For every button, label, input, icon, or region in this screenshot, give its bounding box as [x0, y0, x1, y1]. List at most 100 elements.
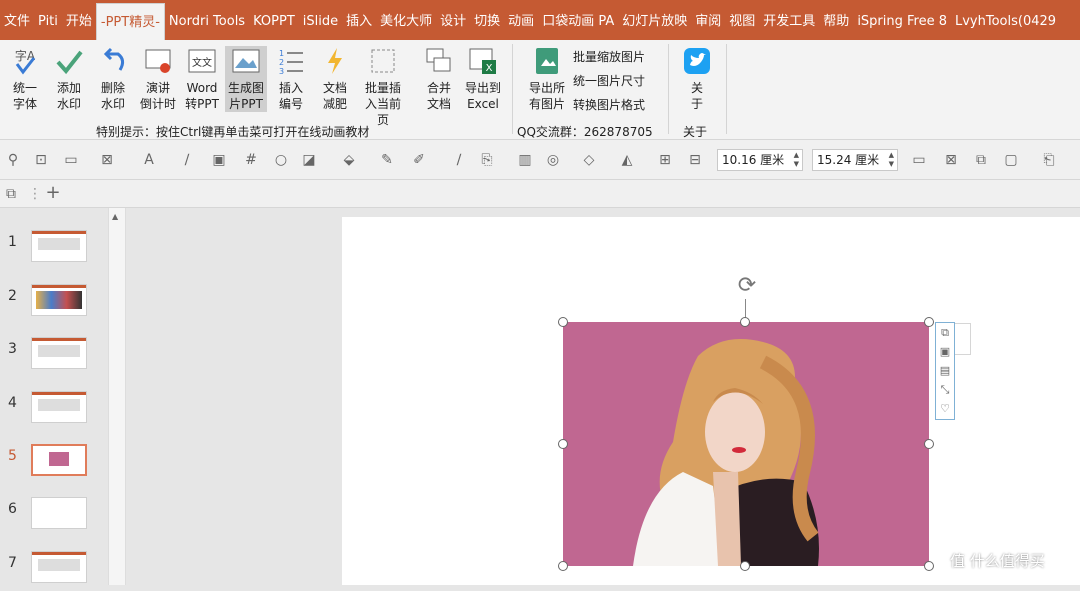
- resize-handle-tr[interactable]: [924, 317, 934, 327]
- width-field[interactable]: 10.16 厘米 ▲ ▼: [717, 149, 803, 171]
- resize-handle-t[interactable]: [740, 317, 750, 327]
- slide-thumbnail[interactable]: [31, 391, 87, 423]
- tab-2[interactable]: 开始: [62, 0, 96, 40]
- ribbon-button-export-images[interactable]: 导出所 有图片: [526, 46, 568, 112]
- slide-thumbnail[interactable]: [31, 444, 87, 476]
- tab-3[interactable]: -PPT精灵-: [95, 3, 165, 40]
- format-painter-icon[interactable]: ⎘: [478, 151, 496, 169]
- ribbon-button-insert-number[interactable]: 1 2 3 插入 编号: [270, 46, 312, 112]
- tab-7[interactable]: 插入: [342, 0, 376, 40]
- tab-17[interactable]: 帮助: [819, 0, 853, 40]
- image-replace-icon[interactable]: ▤: [936, 361, 954, 380]
- eyedropper-2-icon[interactable]: ∕: [450, 151, 468, 169]
- eyedropper-icon[interactable]: ∕: [178, 151, 196, 169]
- resize-handle-l[interactable]: [558, 439, 568, 449]
- line-color-icon[interactable]: ✐: [410, 151, 428, 169]
- resize-handle-tl[interactable]: [558, 317, 568, 327]
- scroll-up-icon[interactable]: ▲: [112, 212, 118, 221]
- ribbon-button-slim-doc[interactable]: 文档 减肥: [314, 46, 356, 112]
- fill-icon[interactable]: ◪: [300, 151, 318, 169]
- shapes-icon[interactable]: ◇: [580, 151, 598, 169]
- tab-6[interactable]: iSlide: [299, 0, 342, 40]
- ribbon-button-add-watermark[interactable]: 添加 水印: [48, 46, 90, 112]
- resize-handle-b[interactable]: [740, 561, 750, 571]
- slide-thumbnail-row[interactable]: 4: [0, 391, 108, 431]
- tab-19[interactable]: LvyhTools(0429: [951, 0, 1060, 40]
- textbox-icon[interactable]: ▭: [62, 151, 80, 169]
- rotate-handle-icon[interactable]: ⟳: [733, 272, 761, 300]
- layout-options-icon[interactable]: ⧉: [936, 323, 954, 342]
- crop-icon[interactable]: #: [242, 151, 260, 169]
- tab-1[interactable]: Piti: [34, 0, 62, 40]
- pen-icon[interactable]: ✎: [378, 151, 396, 169]
- ribbon-button-batch-insert[interactable]: 批量插 入当前页: [362, 46, 404, 128]
- slide-thumbnail-row[interactable]: 6: [0, 497, 108, 537]
- slides-icon[interactable]: ⧉: [2, 185, 20, 203]
- slide-thumbnail[interactable]: [31, 230, 87, 262]
- group-icon[interactable]: ⊡: [32, 151, 50, 169]
- tab-11[interactable]: 动画: [504, 0, 538, 40]
- paste-icon[interactable]: ⎗: [1040, 151, 1058, 169]
- resize-handle-br[interactable]: [924, 561, 934, 571]
- image-style-icon[interactable]: ▣: [936, 342, 954, 361]
- chart-icon[interactable]: ▥: [516, 151, 534, 169]
- height-field[interactable]: 15.24 厘米 ▲ ▼: [812, 149, 898, 171]
- resize-handle-bl[interactable]: [558, 561, 568, 571]
- ribbon-button-twitter-bird[interactable]: 关于: [676, 46, 718, 112]
- crop-tool-icon[interactable]: ⤡: [936, 380, 954, 399]
- slide-thumbnail-row[interactable]: 1: [0, 230, 108, 270]
- ribbon-button-merge-doc[interactable]: 合并 文档: [418, 46, 460, 112]
- arrange-icon[interactable]: ⧉: [972, 151, 990, 169]
- ribbon-button-word-to-ppt[interactable]: 文文 Word 转PPT: [181, 46, 223, 112]
- tab-14[interactable]: 审阅: [691, 0, 725, 40]
- tab-9[interactable]: 设计: [436, 0, 470, 40]
- tab-10[interactable]: 切换: [470, 0, 504, 40]
- flip-icon[interactable]: ◭: [618, 151, 636, 169]
- thumbnail-scrollbar[interactable]: ▲: [108, 208, 126, 585]
- slide-thumbnail-row[interactable]: 5: [0, 444, 108, 484]
- size-icon[interactable]: ▭: [910, 151, 928, 169]
- resize-handle-r[interactable]: [924, 439, 934, 449]
- rings-icon[interactable]: ◎: [544, 151, 562, 169]
- slide-thumbnail[interactable]: [31, 497, 87, 529]
- convert-image-format-button[interactable]: 转换图片格式: [573, 96, 645, 113]
- font-color-icon[interactable]: A: [140, 151, 158, 169]
- frame-icon[interactable]: ▢: [1002, 151, 1020, 169]
- paint-icon[interactable]: ⚲: [4, 151, 22, 169]
- tab-8[interactable]: 美化大师: [376, 0, 436, 40]
- tab-16[interactable]: 开发工具: [759, 0, 819, 40]
- tab-5[interactable]: KOPPT: [249, 0, 299, 40]
- ribbon-button-image-ppt[interactable]: 生成图 片PPT: [225, 46, 267, 112]
- slide-thumbnail-row[interactable]: 2: [0, 284, 108, 324]
- selected-portrait-image[interactable]: [563, 322, 929, 566]
- ribbon-button-unify-font[interactable]: 字A 统一 字体: [4, 46, 46, 112]
- close-box-icon[interactable]: ⊠: [942, 151, 960, 169]
- circle-icon[interactable]: ○: [272, 151, 290, 169]
- ribbon-button-countdown[interactable]: 演讲 倒计时: [137, 46, 179, 112]
- tab-18[interactable]: iSpring Free 8: [853, 0, 951, 40]
- slide-thumbnail[interactable]: [31, 284, 87, 316]
- unify-font-icon: 字A: [10, 46, 40, 76]
- tab-0[interactable]: 文件: [0, 0, 34, 40]
- slide-thumbnail[interactable]: [31, 551, 87, 583]
- ribbon-button-label-1: 统一: [12, 81, 37, 95]
- ribbon-button-export-excel[interactable]: X 导出到 Excel: [462, 46, 504, 112]
- paint-bucket-icon[interactable]: ⬙: [340, 151, 358, 169]
- slide-thumbnail[interactable]: [31, 337, 87, 369]
- align-icon[interactable]: ⊟: [686, 151, 704, 169]
- text-icon[interactable]: ⊠: [98, 151, 116, 169]
- add-tab-icon[interactable]: +: [44, 184, 62, 202]
- slide-thumbnail-row[interactable]: 7: [0, 551, 108, 591]
- tab-12[interactable]: 口袋动画 PA: [538, 0, 618, 40]
- tab-13[interactable]: 幻灯片放映: [618, 0, 691, 40]
- image-icon[interactable]: ▣: [210, 151, 228, 169]
- batch-scale-images-button[interactable]: 批量缩放图片: [573, 48, 645, 65]
- tab-15[interactable]: 视图: [725, 0, 759, 40]
- heart-icon[interactable]: ♡: [936, 399, 954, 418]
- slide-thumbnail-row[interactable]: 3: [0, 337, 108, 377]
- drag-handle-icon[interactable]: ⋮: [26, 185, 44, 203]
- tab-4[interactable]: Nordri Tools: [165, 0, 249, 40]
- grid-icon[interactable]: ⊞: [656, 151, 674, 169]
- unify-image-size-button[interactable]: 统一图片尺寸: [573, 72, 645, 89]
- ribbon-button-delete-watermark[interactable]: 删除 水印: [92, 46, 134, 112]
